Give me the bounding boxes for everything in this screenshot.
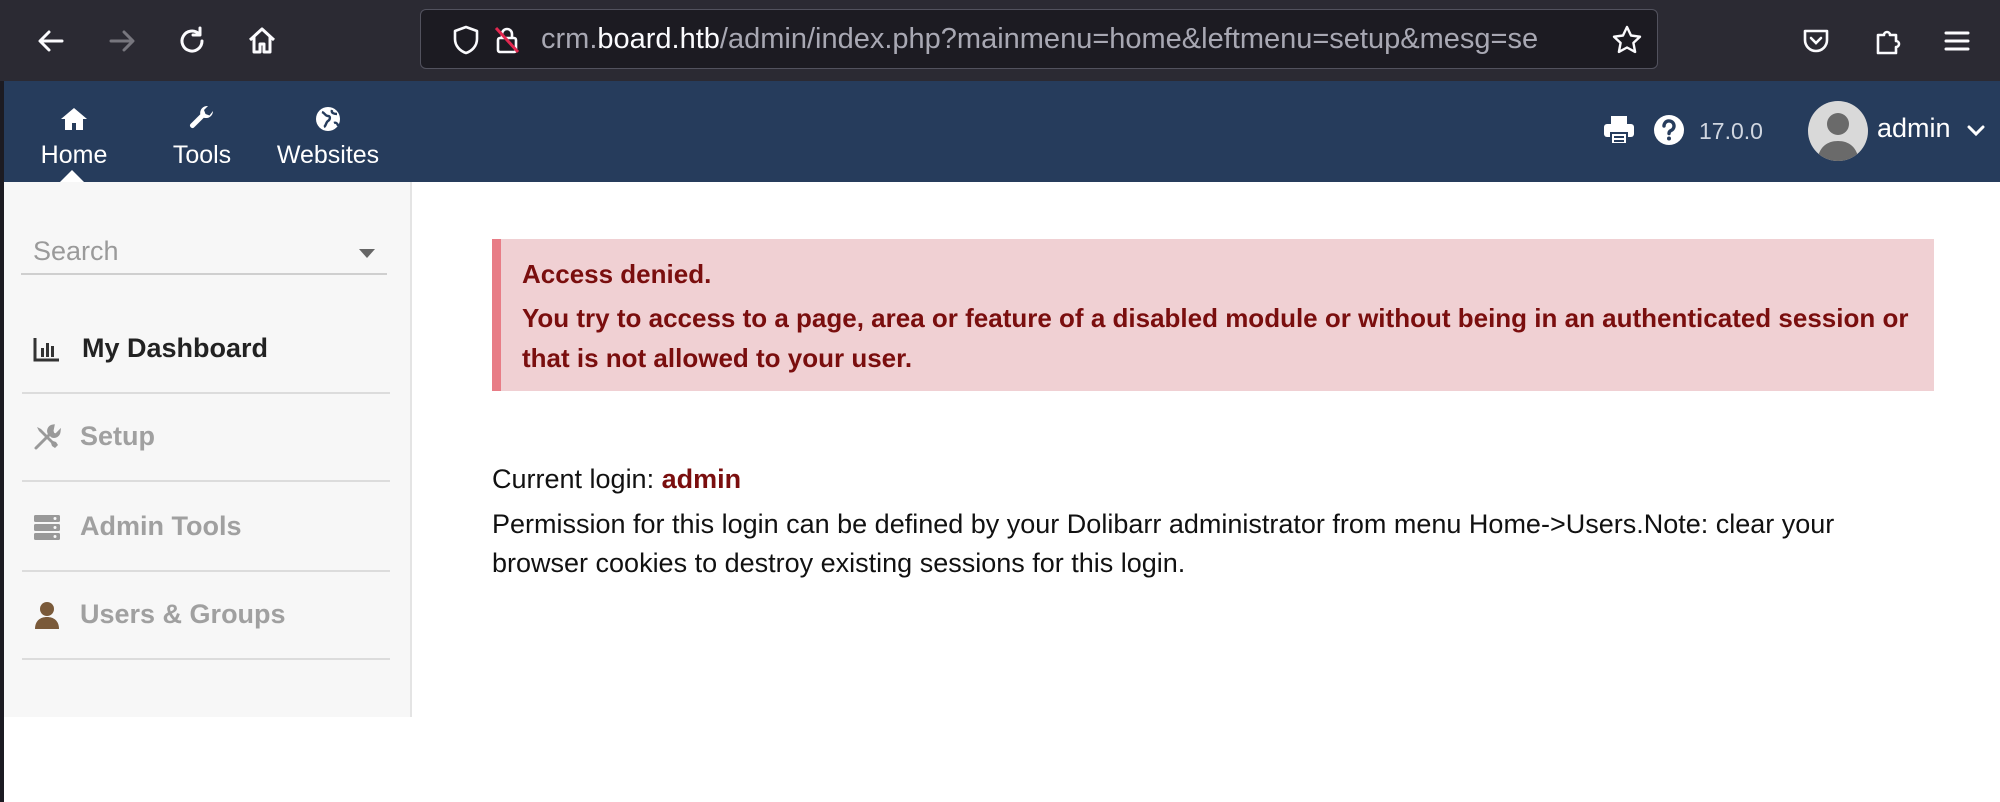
pocket-button[interactable] — [1796, 21, 1836, 61]
reload-icon — [180, 26, 204, 53]
help-icon[interactable] — [1652, 113, 1686, 147]
home-icon — [61, 108, 87, 130]
browser-toolbar: crm.board.htb/admin/index.php?mainmenu=h… — [0, 0, 2000, 81]
search-select[interactable]: Search — [21, 231, 387, 275]
avatar[interactable] — [1808, 101, 1868, 161]
search-placeholder: Search — [33, 236, 119, 266]
chevron-down-icon[interactable] — [1966, 124, 1986, 138]
reload-button[interactable] — [172, 21, 212, 61]
user-silhouette-icon — [1817, 113, 1859, 161]
version-label: 17.0.0 — [1699, 118, 1763, 144]
vmenu-users-groups[interactable]: Users & Groups — [22, 572, 390, 660]
app-menu-button[interactable] — [1937, 21, 1977, 61]
dropdown-caret-icon — [359, 249, 375, 258]
error-alert: Access denied. You try to access to a pa… — [492, 239, 1934, 391]
insecure-lock-icon[interactable] — [491, 24, 523, 56]
url-text[interactable]: crm.board.htb/admin/index.php?mainmenu=h… — [541, 23, 1561, 56]
url-bar[interactable]: crm.board.htb/admin/index.php?mainmenu=h… — [420, 9, 1658, 69]
puzzle-icon — [1876, 30, 1901, 55]
arrow-left-icon — [38, 30, 64, 52]
server-icon — [34, 515, 60, 540]
vmenu-label: Admin Tools — [80, 511, 242, 541]
back-button[interactable] — [31, 21, 71, 61]
alert-title: Access denied. — [522, 259, 712, 289]
vmenu-setup[interactable]: Setup — [22, 394, 390, 482]
user-menu-name[interactable]: admin — [1877, 113, 1951, 144]
tmenu-websites[interactable]: Websites — [273, 81, 383, 182]
print-icon[interactable] — [1602, 113, 1636, 147]
permission-note: Permission for this login can be defined… — [492, 509, 1835, 578]
star-icon[interactable] — [1611, 24, 1643, 56]
current-login-label: Current login: — [492, 464, 655, 494]
alert-message: You try to access to a page, area or fea… — [522, 303, 1909, 373]
pocket-icon — [1803, 29, 1829, 53]
tools-icon — [34, 424, 61, 450]
vmenu-label: Setup — [80, 421, 156, 451]
hamburger-icon — [1944, 31, 1970, 51]
vmenu-label: Users & Groups — [80, 599, 286, 629]
tmenu-home[interactable]: Home — [34, 81, 114, 182]
chart-icon — [33, 338, 59, 362]
wrench-icon — [190, 105, 214, 128]
shield-icon[interactable] — [450, 24, 482, 56]
vmenu-my-dashboard[interactable]: My Dashboard — [22, 306, 390, 394]
user-icon — [35, 602, 59, 629]
top-menu-bar: Home Tools Websites 17.0.0 admin — [4, 81, 2000, 182]
tmenu-tools[interactable]: Tools — [162, 81, 242, 182]
forward-button[interactable] — [102, 21, 142, 61]
extensions-button[interactable] — [1868, 21, 1908, 61]
tmenu-tools-label: Tools — [172, 141, 232, 169]
active-menu-indicator — [60, 170, 84, 182]
vmenu-label: My Dashboard — [82, 333, 269, 363]
arrow-right-icon — [109, 30, 135, 52]
home-button[interactable] — [242, 21, 282, 61]
url-path: /admin/index.php?mainmenu=home&leftmenu=… — [719, 23, 1539, 55]
current-login-line: Current login: admin — [492, 464, 741, 495]
home-outline-icon — [248, 27, 276, 54]
tmenu-websites-label: Websites — [276, 141, 380, 169]
globe-icon — [316, 107, 340, 131]
tmenu-home-label: Home — [40, 141, 108, 169]
left-menu: Search My Dashboard Setup Admin Tools Us… — [4, 182, 412, 717]
url-host-prefix: crm. — [541, 23, 598, 55]
vmenu-admin-tools[interactable]: Admin Tools — [22, 484, 390, 572]
current-login-name: admin — [661, 464, 742, 494]
url-host: board.htb — [597, 23, 720, 55]
